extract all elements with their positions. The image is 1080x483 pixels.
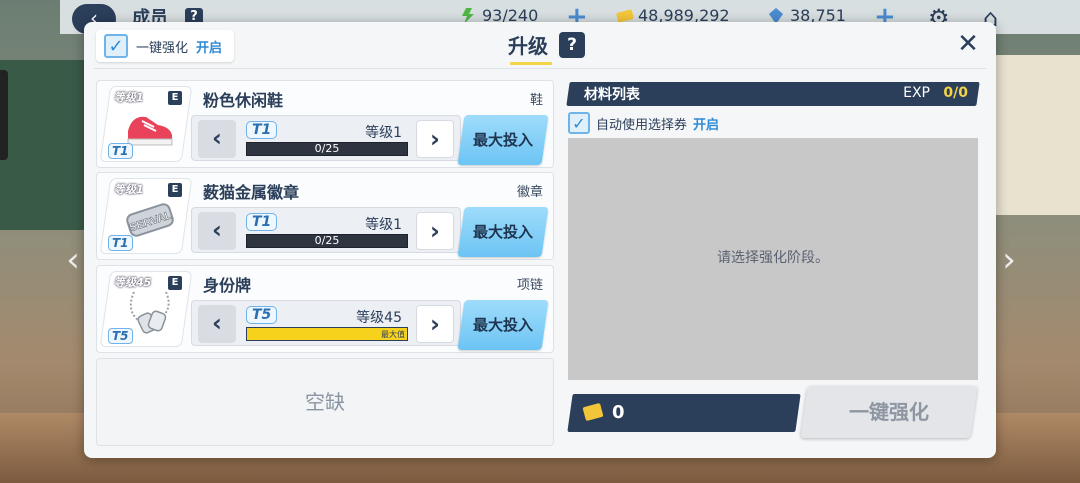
max-input-label: 最大投入 <box>472 316 533 334</box>
level-control: ‹ T1 等级1 0/25 › <box>191 207 461 253</box>
item-level-tag: 等级1 <box>114 91 144 104</box>
increase-level-button[interactable]: › <box>416 212 454 250</box>
dogtag-icon <box>124 290 176 334</box>
header-divider <box>94 68 986 69</box>
equipment-type: 鞋 <box>529 93 543 108</box>
exp-value: 0/0 <box>943 85 968 101</box>
equipment-thumbnail[interactable]: 等级45 E T5 <box>99 271 193 347</box>
empty-equipment-slot: 空缺 <box>96 358 554 446</box>
max-input-button[interactable]: 最大投入 <box>457 300 549 350</box>
tier-badge: T5 <box>108 328 133 344</box>
rank-badge: E <box>168 91 182 105</box>
auto-upgrade-label: 一键强化 <box>136 40 189 56</box>
level-control: ‹ T5 等级45 最大值 › <box>191 300 461 346</box>
exp-label: EXP <box>903 85 930 101</box>
tier-badge: T1 <box>108 143 133 159</box>
background-noticeboard <box>985 55 1080 215</box>
material-list-header: 材料列表 EXP 0/0 <box>566 82 980 106</box>
equipment-type: 项链 <box>516 278 543 293</box>
max-level-label: 最大值 <box>381 330 405 339</box>
credits-icon <box>582 402 604 422</box>
cost-value: 0 <box>612 402 625 423</box>
badge-icon: SERVAL <box>124 197 176 241</box>
decrease-level-button[interactable]: ‹ <box>198 212 236 250</box>
checkbox-checked-icon[interactable]: ✓ <box>568 112 590 134</box>
max-input-label: 最大投入 <box>472 131 533 149</box>
background-blackboard <box>0 60 90 230</box>
equipment-type: 徽章 <box>516 185 543 200</box>
max-input-label: 最大投入 <box>472 223 533 241</box>
tier-badge: T1 <box>108 235 133 251</box>
auto-upgrade-toggle[interactable]: ✓ 一键强化 开启 <box>96 30 235 62</box>
background-edge <box>0 70 8 160</box>
dialog-title: 升级 <box>508 34 548 58</box>
cost-display: 0 <box>567 394 801 432</box>
upgrade-dialog: ✓ 一键强化 开启 升级 ? ✕ 等级1 E T1 粉色休闲鞋 鞋 ‹ T1 等… <box>84 22 996 458</box>
max-input-button[interactable]: 最大投入 <box>457 115 549 165</box>
target-level: 等级45 <box>356 310 402 326</box>
next-page-icon[interactable]: › <box>994 240 1024 280</box>
rank-badge: E <box>168 276 182 290</box>
dialog-help-button[interactable]: ? <box>559 32 585 58</box>
target-level: 等级1 <box>365 125 402 141</box>
item-level-tag: 等级1 <box>114 183 144 196</box>
decrease-level-button[interactable]: ‹ <box>198 305 236 343</box>
dialog-header: ✓ 一键强化 开启 升级 ? ✕ <box>84 22 996 68</box>
increase-level-button[interactable]: › <box>416 305 454 343</box>
item-level-tag: 等级45 <box>114 276 152 289</box>
auto-ticket-label: 自动使用选择券 <box>596 117 688 133</box>
level-control: ‹ T1 等级1 0/25 › <box>191 115 461 161</box>
decrease-level-button[interactable]: ‹ <box>198 120 236 158</box>
target-level: 等级1 <box>365 217 402 233</box>
equipment-name: 身份牌 <box>203 276 252 295</box>
target-tier: T1 <box>246 213 278 231</box>
material-list-title: 材料列表 <box>584 87 640 103</box>
exp-progress-bar: 最大值 <box>246 327 408 341</box>
equipment-thumbnail[interactable]: 等级1 E T1 <box>99 86 193 162</box>
exp-progress-bar: 0/25 <box>246 234 408 248</box>
equipment-row[interactable]: 等级45 E T5 身份牌 项链 ‹ T5 等级45 最大值 › 最大投入 <box>96 265 554 353</box>
title-underline <box>510 62 552 65</box>
exp-progress-bar: 0/25 <box>246 142 408 156</box>
material-placeholder-text: 请选择强化阶段。 <box>717 250 829 266</box>
equipment-name: 薮猫金属徽章 <box>203 183 300 202</box>
material-list-area[interactable]: 请选择强化阶段。 <box>568 138 978 380</box>
equipment-name: 粉色休闲鞋 <box>203 91 284 110</box>
max-input-button[interactable]: 最大投入 <box>457 207 549 257</box>
auto-ticket-toggle[interactable]: ✓ 自动使用选择券 开启 <box>568 112 719 134</box>
one-click-upgrade-button[interactable]: 一键强化 <box>800 386 978 438</box>
close-icon[interactable]: ✕ <box>956 31 980 57</box>
target-tier: T1 <box>246 121 278 139</box>
exp-progress-text: 0/25 <box>314 142 340 155</box>
equipment-row[interactable]: SERVAL 等级1 E T1 薮猫金属徽章 徽章 ‹ T1 等级1 0/25 … <box>96 172 554 260</box>
checkbox-checked-icon[interactable]: ✓ <box>104 34 128 58</box>
increase-level-button[interactable]: › <box>416 120 454 158</box>
one-click-upgrade-label: 一键强化 <box>849 400 929 424</box>
exp-progress-text: 0/25 <box>314 234 340 247</box>
equipment-thumbnail[interactable]: SERVAL 等级1 E T1 <box>99 178 193 254</box>
auto-upgrade-state: 开启 <box>196 40 223 56</box>
auto-ticket-state: 开启 <box>693 117 720 133</box>
sneaker-icon <box>124 105 176 149</box>
rank-badge: E <box>168 183 182 197</box>
target-tier: T5 <box>246 306 278 324</box>
equipment-row[interactable]: 等级1 E T1 粉色休闲鞋 鞋 ‹ T1 等级1 0/25 › 最大投入 <box>96 80 554 168</box>
